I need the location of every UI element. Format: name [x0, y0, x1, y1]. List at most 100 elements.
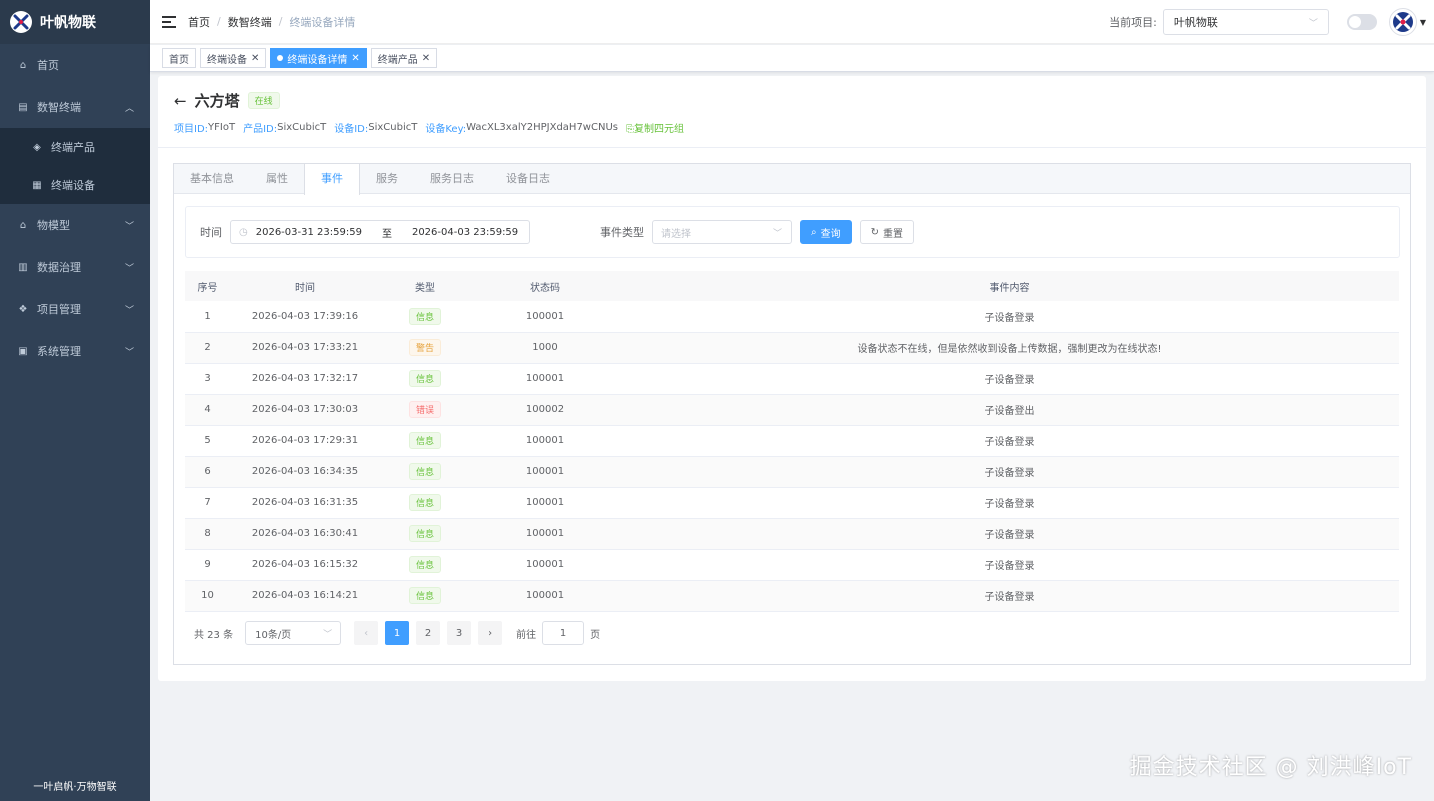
reset-button[interactable]: ↻ 重置	[859, 220, 914, 244]
pagination: 共 23 条 10条/页 ﹀ ‹ 1 2 3 › 前往 1 页	[194, 621, 600, 645]
navbar: 首页 / 数智终端 / 终端设备详情 当前项目: 叶帆物联 ﹀ ▼	[150, 0, 1434, 44]
total-count: 共 23 条	[194, 629, 234, 641]
close-icon[interactable]: ✕	[351, 53, 359, 64]
clock-icon: ◷	[239, 226, 248, 238]
chevron-down-icon: ﹀	[124, 221, 134, 232]
tab-services[interactable]: 服务	[360, 164, 414, 194]
goto-page-input[interactable]: 1	[542, 621, 585, 645]
page-2-button[interactable]: 2	[416, 621, 441, 645]
event-level-badge: 信息	[408, 556, 441, 573]
project-select[interactable]: 叶帆物联 ﹀	[1162, 9, 1329, 35]
device-icon: ▦	[32, 179, 42, 191]
cube-icon: ◈	[33, 141, 41, 153]
breadcrumb-terminal[interactable]: 数智终端	[228, 14, 272, 30]
back-arrow-icon[interactable]: ←	[174, 92, 187, 110]
logo[interactable]: 叶帆物联	[0, 0, 150, 44]
tab-device-log[interactable]: 设备日志	[490, 164, 566, 194]
cell-content: 子设备登录	[620, 425, 1399, 457]
col-no: 序号	[185, 271, 230, 301]
device-id-value: SixCubicT	[368, 122, 418, 133]
device-name: 六方塔	[194, 92, 240, 110]
cell-time: 2026-04-03 17:33:21	[230, 332, 380, 364]
table-row: 5 2026-04-03 17:29:31 信息 100001 子设备登录	[185, 425, 1399, 457]
goto-label: 前往	[516, 629, 537, 641]
tag-terminal-device-detail[interactable]: 终端设备详情 ✕	[270, 48, 367, 68]
cell-content: 子设备登录	[620, 363, 1399, 395]
date-range-picker[interactable]: ◷ 2026-03-31 23:59:59 至 2026-04-03 23:59…	[230, 220, 530, 244]
event-level-badge: 信息	[408, 494, 441, 511]
menu-item-terminal-product[interactable]: ◈ 终端产品	[0, 128, 150, 166]
cell-type: 错误	[380, 394, 470, 426]
caret-down-icon[interactable]: ▼	[1420, 18, 1426, 27]
menu-label: 终端产品	[51, 141, 95, 154]
menu-item-home[interactable]: ⌂ 首页	[0, 44, 150, 86]
table-row: 3 2026-04-03 17:32:17 信息 100001 子设备登录	[185, 363, 1399, 395]
device-meta: 项目ID: YFIoT 产品ID: SixCubicT 设备ID: SixCub…	[174, 120, 1410, 135]
start-date[interactable]: 2026-03-31 23:59:59	[256, 227, 362, 238]
tag-terminal-device[interactable]: 终端设备 ✕	[200, 48, 267, 68]
hamburger-icon[interactable]	[162, 15, 176, 28]
table-row: 9 2026-04-03 16:15:32 信息 100001 子设备登录	[185, 549, 1399, 581]
range-separator: 至	[381, 228, 392, 240]
tab-events[interactable]: 事件	[304, 164, 360, 195]
device-key-label: 设备Key:	[425, 124, 467, 135]
col-content: 事件内容	[620, 271, 1399, 301]
cell-type: 信息	[380, 456, 470, 488]
cell-time: 2026-04-03 16:14:21	[230, 580, 380, 612]
cell-content: 子设备登录	[620, 487, 1399, 519]
system-icon: ▣	[18, 345, 28, 357]
theme-toggle[interactable]	[1346, 14, 1377, 30]
close-icon[interactable]: ✕	[422, 53, 430, 64]
tab-basic-info[interactable]: 基本信息	[174, 164, 250, 194]
menu-item-terminal-device[interactable]: ▦ 终端设备	[0, 166, 150, 204]
copy-quadruple-link[interactable]: ⎘复制四元组	[626, 120, 684, 135]
avatar[interactable]	[1388, 8, 1417, 36]
brand-logo-icon	[10, 11, 32, 33]
cell-type: 警告	[380, 332, 470, 364]
cell-time: 2026-04-03 17:30:03	[230, 394, 380, 426]
product-id-value: SixCubicT	[277, 122, 327, 133]
cell-code: 100001	[470, 580, 620, 612]
cell-code: 100002	[470, 394, 620, 426]
tab-service-log[interactable]: 服务日志	[414, 164, 490, 194]
chevron-down-icon: ﹀	[772, 228, 782, 239]
refresh-icon: ↻	[870, 226, 879, 238]
breadcrumb-current: 终端设备详情	[289, 15, 356, 29]
page-1-button[interactable]: 1	[385, 621, 410, 645]
cell-no: 1	[185, 301, 230, 333]
cell-type: 信息	[380, 363, 470, 395]
page-size-value: 10条/页	[255, 629, 292, 641]
close-icon[interactable]: ✕	[251, 53, 259, 64]
tag-home[interactable]: 首页	[162, 48, 196, 68]
event-type-select[interactable]: 请选择 ﹀	[652, 220, 792, 244]
menu-item-data[interactable]: ▥ 数据治理 ﹀	[0, 246, 150, 288]
breadcrumb-separator: /	[217, 15, 221, 28]
breadcrumb-home[interactable]: 首页	[188, 14, 210, 30]
table-row: 2 2026-04-03 17:33:21 警告 1000 设备状态不在线，但是依然收到…	[185, 332, 1399, 364]
tab-bar: 基本信息 属性 事件 服务 服务日志 设备日志	[174, 164, 1410, 195]
tag-terminal-product[interactable]: 终端产品 ✕	[370, 48, 438, 68]
project-label: 当前项目:	[1109, 16, 1157, 29]
prev-page-button[interactable]: ‹	[354, 621, 379, 645]
menu-item-model[interactable]: ⌂ 物模型 ﹀	[0, 204, 150, 246]
next-page-button[interactable]: ›	[478, 621, 503, 645]
menu-item-terminal[interactable]: ▤ 数智终端 ︿	[0, 86, 150, 128]
chevron-down-icon: ﹀	[1308, 18, 1318, 29]
search-button[interactable]: ⌕ 查询	[800, 220, 852, 244]
cell-content: 子设备登录	[620, 456, 1399, 488]
end-date[interactable]: 2026-04-03 23:59:59	[412, 227, 518, 238]
page-size-select[interactable]: 10条/页 ﹀	[245, 621, 342, 645]
cell-content: 设备状态不在线，但是依然收到设备上传数据，强制更改为在线状态!	[620, 332, 1399, 364]
cell-time: 2026-04-03 17:39:16	[230, 301, 380, 333]
page-3-button[interactable]: 3	[447, 621, 472, 645]
event-level-badge: 信息	[408, 370, 441, 387]
event-level-badge: 信息	[408, 432, 441, 449]
cell-type: 信息	[380, 580, 470, 612]
cell-content: 子设备登出	[620, 394, 1399, 426]
time-label: 时间	[200, 226, 222, 239]
tab-properties[interactable]: 属性	[250, 164, 304, 194]
submenu-terminal: ◈ 终端产品 ▦ 终端设备	[0, 128, 150, 204]
menu-item-system[interactable]: ▣ 系统管理 ﹀	[0, 330, 150, 372]
menu-item-project[interactable]: ❖ 项目管理 ﹀	[0, 288, 150, 330]
cell-no: 4	[185, 394, 230, 426]
